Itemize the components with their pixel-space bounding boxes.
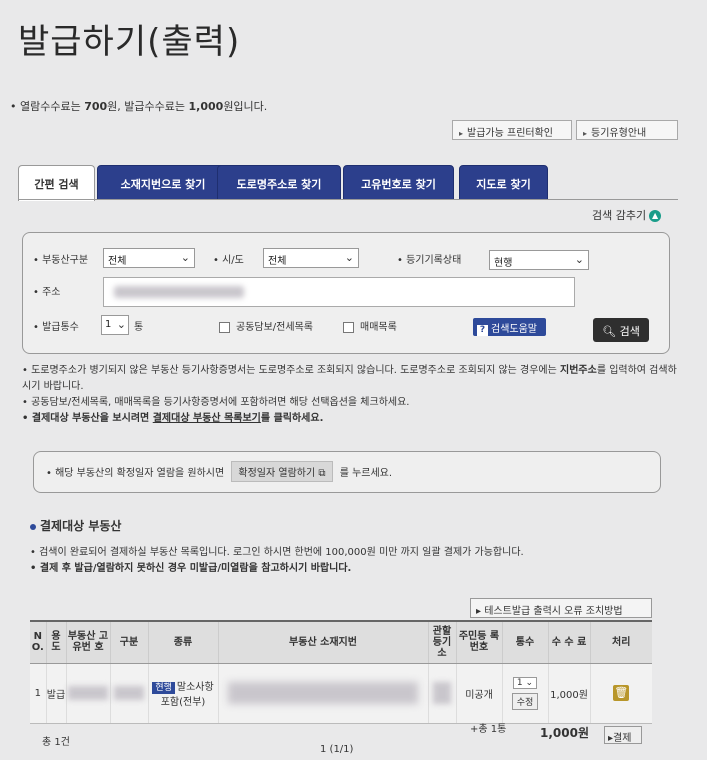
redacted-category (114, 686, 144, 700)
col-use: 용 도 (45, 620, 66, 664)
page-title: 발급하기(출력) (18, 22, 241, 62)
joint-collateral-checkbox[interactable] (219, 321, 230, 333)
search-tabs: 간편 검색 소재지번으로 찾기 도로명주소로 찾기 고유번호로 찾기 지도로 찾… (18, 165, 550, 201)
chevron-right-icon: ▸ (476, 606, 482, 617)
property-type-select[interactable]: 전체 ⌄ (103, 248, 195, 268)
col-fee: 수 수 료 (547, 620, 590, 664)
tab-road-address[interactable]: 도로명주소로 찾기 (217, 165, 341, 200)
chevron-down-icon: ⌄ (574, 253, 584, 266)
chevron-down-icon: ⌄ (525, 677, 534, 688)
error-guide-button[interactable]: ▸ 테스트발급 출력시 오류 조치방법 (470, 598, 652, 618)
search-panel: • 부동산구분 전체 ⌄ • 시/도 전체 ⌄ • 등기기록상태 현행 ⌄ • 주소 … (22, 232, 670, 354)
col-resident-no: 주민등 록번호 (455, 620, 502, 664)
note-payment-list: • 결제대상 부동산을 보시려면 결제대상 부동산 목록보기를 클릭하세요. (22, 413, 324, 424)
trash-icon[interactable]: 🗑︎ (613, 685, 630, 701)
chevron-up-icon: ▲ (649, 210, 662, 222)
chevron-down-icon: ⌄ (180, 251, 190, 264)
tab-unique-number[interactable]: 고유번호로 찾기 (343, 165, 454, 200)
chevron-right-icon: ▸ (459, 129, 464, 138)
redacted-address (228, 682, 418, 704)
fee-note: • 열람수수료는 700원, 발급수수료는 1,000원입니다. (10, 100, 268, 113)
col-no: N O. (30, 620, 46, 664)
total-count: +총 1통 (470, 724, 507, 735)
pay-button[interactable]: ▸결제 (604, 726, 642, 744)
question-icon: ? (477, 325, 488, 336)
confirm-date-view-button[interactable]: 확정일자 열람하기 ⧉ (231, 461, 333, 482)
tab-lot-address[interactable]: 소재지번으로 찾기 (97, 165, 229, 200)
tab-simple-search[interactable]: 간편 검색 (18, 165, 95, 201)
property-type-label: • 부동산구분 (33, 255, 89, 266)
search-button[interactable]: 🔍︎ 검색 (593, 318, 649, 342)
sale-list-checkbox[interactable] (343, 321, 354, 333)
register-type-guide-button[interactable]: ▸ 등기유형안내 (576, 120, 678, 140)
status-badge: 현행 (152, 682, 175, 694)
total-items: 총 1건 (42, 737, 70, 748)
sale-list-option[interactable]: 매매목록 (343, 318, 397, 333)
joint-collateral-option[interactable]: 공동담보/전세목록 (219, 318, 313, 333)
redacted-unique-no (68, 686, 108, 700)
address-label: • 주소 (33, 287, 61, 298)
printer-check-button[interactable]: ▸ 발급가능 프린터확인 (452, 120, 572, 140)
table-header-row: N O. 용 도 부동산 고유번 호 구분 종류 부동산 소재지번 관할 등기 … (30, 620, 652, 664)
payment-section-title: 결제대상 부동산 (30, 517, 121, 534)
total-amount: 1,000원 (540, 726, 589, 740)
payment-section-notes: • 검색이 완료되어 결제하실 부동산 목록입니다. 로그인 하시면 한번에 1… (30, 547, 524, 574)
table-row: 1 발급 현행 말소사항포함(전부) 미공개 1 ⌄ 수정 1,000원 🗑︎ (30, 663, 652, 724)
col-count: 통수 (501, 620, 548, 664)
row-count-edit-button[interactable]: 수정 (511, 692, 539, 710)
address-input[interactable] (103, 277, 575, 307)
col-registry-office: 관할 등기 소 (427, 620, 456, 664)
col-unique-no: 부동산 고유번 호 (65, 620, 110, 664)
issue-count-unit: 통 (134, 322, 144, 333)
redacted-address (114, 286, 244, 298)
chevron-down-icon: ⌄ (344, 251, 354, 264)
external-link-icon: ⧉ (318, 468, 326, 479)
bullet-icon (30, 523, 36, 530)
issue-count-select[interactable]: 1 ⌄ (101, 315, 129, 335)
col-action: 처리 (589, 620, 652, 664)
col-address: 부동산 소재지번 (217, 620, 428, 664)
col-kind: 종류 (147, 620, 218, 664)
record-status-label: • 등기기록상태 (397, 255, 462, 266)
pagination: 1 (1/1) (320, 744, 354, 755)
payment-list-link[interactable]: 결제대상 부동산 목록보기 (153, 413, 261, 424)
chevron-right-icon: ▸ (583, 129, 588, 138)
row-count-select[interactable]: 1 ⌄ (512, 676, 538, 689)
note-road-address: • 도로명주소가 병기되지 않은 부동산 등기사항증명서는 도로명주소로 조회되… (22, 365, 677, 392)
payment-table: N O. 용 도 부동산 고유번 호 구분 종류 부동산 소재지번 관할 등기 … (30, 620, 652, 724)
redacted-registry-office (433, 682, 451, 704)
search-help-button[interactable]: ? 검색도움말 (473, 318, 546, 336)
confirm-date-info: • 해당 부동산의 확정일자 열람을 원하시면 확정일자 열람하기 ⧉ 를 누르… (33, 451, 661, 493)
note-options: • 공동담보/전세목록, 매매목록을 등기사항증명서에 포함하려면 해당 선택옵… (22, 397, 410, 408)
tab-divider (18, 199, 678, 200)
issue-count-label: • 발급통수 (33, 322, 79, 333)
col-category: 구분 (109, 620, 148, 664)
chevron-down-icon: ⌄ (116, 318, 126, 331)
province-select[interactable]: 전체 ⌄ (263, 248, 359, 268)
search-icon: 🔍︎ (602, 325, 617, 338)
province-label: • 시/도 (213, 255, 244, 266)
record-status-select[interactable]: 현행 ⌄ (489, 250, 589, 270)
tab-map[interactable]: 지도로 찾기 (459, 165, 548, 200)
search-notes: • 도로명주소가 병기되지 않은 부동산 등기사항증명서는 도로명주소로 조회되… (22, 363, 682, 427)
collapse-search-link[interactable]: 검색 감추기 ▲ (592, 207, 662, 223)
